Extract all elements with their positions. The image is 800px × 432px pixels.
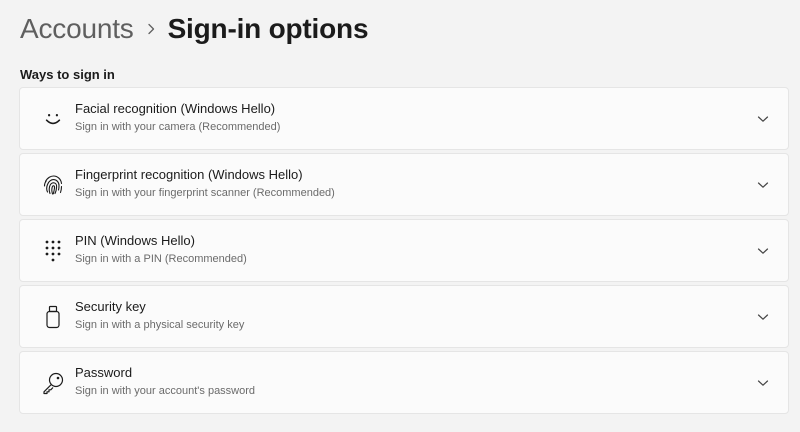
usb-key-icon	[40, 304, 66, 330]
option-subtitle: Sign in with your fingerprint scanner (R…	[75, 187, 335, 199]
option-subtitle: Sign in with your account's password	[75, 385, 256, 397]
option-fingerprint-recognition[interactable]: Fingerprint recognition (Windows Hello) …	[19, 153, 789, 216]
breadcrumb-accounts-link[interactable]: Accounts	[20, 13, 134, 45]
option-subtitle: Sign in with your camera (Recommended)	[75, 121, 281, 133]
option-password[interactable]: Password Sign in with your account's pas…	[19, 351, 789, 414]
section-title: Ways to sign in	[20, 67, 115, 82]
chevron-down-icon[interactable]	[756, 178, 770, 192]
option-title: Fingerprint recognition (Windows Hello)	[75, 167, 303, 182]
option-title: Security key	[75, 299, 146, 314]
option-title: Facial recognition (Windows Hello)	[75, 101, 276, 116]
chevron-down-icon[interactable]	[756, 310, 770, 324]
option-pin[interactable]: PIN (Windows Hello) Sign in with a PIN (…	[19, 219, 789, 282]
chevron-down-icon[interactable]	[756, 244, 770, 258]
sign-in-options-list: Facial recognition (Windows Hello) Sign …	[19, 87, 789, 417]
smiley-face-icon	[40, 106, 66, 132]
option-title: Password	[75, 365, 133, 380]
option-subtitle: Sign in with a PIN (Recommended)	[75, 253, 247, 265]
keypad-icon	[40, 238, 66, 264]
option-facial-recognition[interactable]: Facial recognition (Windows Hello) Sign …	[19, 87, 789, 150]
option-title: PIN (Windows Hello)	[75, 233, 195, 248]
chevron-down-icon[interactable]	[756, 112, 770, 126]
breadcrumb: Accounts Sign-in options	[20, 10, 369, 48]
option-security-key[interactable]: Security key Sign in with a physical sec…	[19, 285, 789, 348]
page-title: Sign-in options	[167, 13, 369, 44]
key-icon	[40, 370, 66, 396]
chevron-down-icon[interactable]	[756, 376, 770, 390]
fingerprint-icon	[40, 172, 66, 198]
chevron-right-icon	[134, 10, 168, 48]
option-subtitle: Sign in with a physical security key	[75, 319, 245, 331]
